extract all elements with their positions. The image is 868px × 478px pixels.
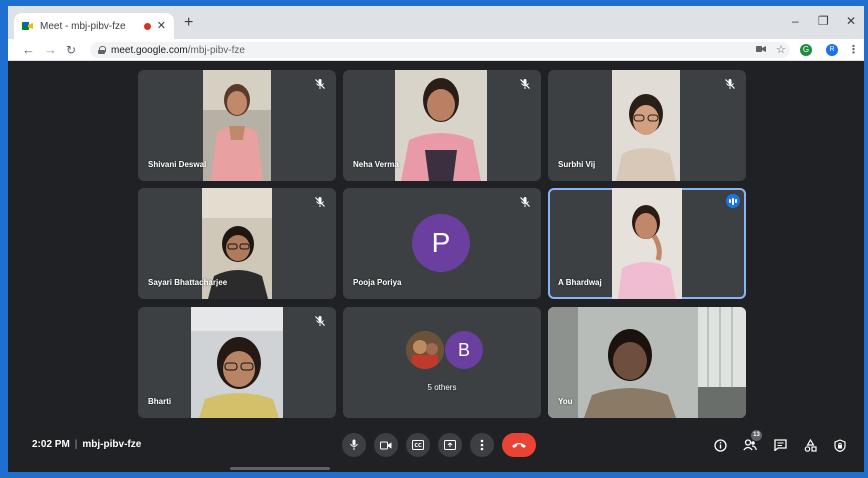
present-icon (444, 440, 456, 450)
others-photo-avatar (406, 331, 444, 369)
meeting-controls-bar: 2:02 PM | mbj-pibv-fze CC 13 (8, 426, 864, 472)
tab-title: Meet - mbj-pibv-fze (40, 20, 126, 32)
participant-video (191, 307, 283, 418)
participant-tile[interactable]: Shivani Deswal (138, 70, 336, 181)
participant-name: Pooja Poriya (353, 278, 402, 287)
self-video (548, 307, 746, 418)
tab-close-icon[interactable]: ✕ (157, 20, 166, 32)
recording-indicator-icon (143, 22, 151, 30)
bookmark-star-icon[interactable]: ☆ (776, 43, 786, 57)
camera-in-use-icon[interactable] (756, 43, 766, 57)
participant-avatar: P (412, 214, 470, 272)
mic-icon (350, 439, 358, 450)
url-path: /mbj-pibv-fze (187, 44, 245, 56)
url-host: meet.google.com (111, 44, 188, 56)
participant-video (395, 70, 487, 181)
self-view-tile[interactable]: You (548, 307, 746, 418)
horizontal-scrollbar[interactable] (230, 467, 330, 470)
back-arrow-icon[interactable]: ← (22, 42, 35, 58)
others-count-label: 5 others (427, 383, 457, 392)
host-controls-icon (834, 438, 846, 452)
present-button[interactable] (438, 433, 462, 457)
new-tab-button[interactable]: + (184, 15, 193, 31)
participant-name: Bharti (148, 397, 172, 406)
svg-text:CC: CC (414, 443, 422, 449)
muted-mic-icon (315, 316, 325, 326)
activities-button[interactable] (800, 435, 820, 455)
participant-tile-active-speaker[interactable]: A Bhardwaj (548, 188, 746, 299)
muted-mic-icon (520, 197, 530, 207)
browser-window: Meet - mbj-pibv-fze ✕ + – ❐ ✕ ← → ↻ meet… (8, 6, 864, 472)
chat-icon (773, 439, 787, 451)
participant-name: Neha Verma (353, 160, 399, 169)
speaking-indicator-icon (726, 194, 740, 208)
participant-tile[interactable]: P Pooja Poriya (343, 188, 541, 299)
chat-button[interactable] (770, 435, 790, 455)
meeting-code: mbj-pibv-fze (82, 439, 142, 450)
muted-mic-icon (520, 79, 530, 89)
meeting-details-button[interactable] (710, 435, 730, 455)
extension-icon[interactable]: G (800, 44, 812, 56)
participant-video (612, 70, 680, 181)
forward-arrow-icon[interactable]: → (44, 42, 57, 58)
end-call-icon (512, 443, 526, 448)
meeting-info-separator: | (74, 439, 78, 450)
participant-name: Shivani Deswal (148, 160, 207, 169)
muted-mic-icon (725, 79, 735, 89)
participant-tile[interactable]: Sayari Bhattacharjee (138, 188, 336, 299)
meeting-time: 2:02 PM (32, 439, 70, 450)
others-tile[interactable]: B 5 others (343, 307, 541, 418)
window-close-button[interactable]: ✕ (846, 15, 856, 27)
participant-name: Sayari Bhattacharjee (148, 278, 228, 287)
address-bar: ← → ↻ meet.google.com/mbj-pibv-fze ☆ G R… (8, 39, 864, 61)
captions-icon: CC (412, 440, 424, 450)
participant-name: You (558, 397, 573, 406)
participant-tile[interactable]: Bharti (138, 307, 336, 418)
browser-tab[interactable]: Meet - mbj-pibv-fze ✕ (14, 13, 174, 39)
participant-tile[interactable]: Neha Verma (343, 70, 541, 181)
participant-count-badge: 13 (751, 430, 762, 441)
info-icon (713, 438, 727, 452)
url-field[interactable]: meet.google.com/mbj-pibv-fze (90, 42, 790, 58)
participant-name: Surbhi Vij (558, 160, 596, 169)
meet-favicon-icon (22, 21, 34, 31)
meeting-info: 2:02 PM | mbj-pibv-fze (32, 439, 141, 450)
muted-mic-icon (315, 79, 325, 89)
participant-name: A Bhardwaj (558, 278, 602, 287)
muted-mic-icon (315, 197, 325, 207)
tab-bar: Meet - mbj-pibv-fze ✕ + – ❐ ✕ (8, 6, 864, 39)
participant-video (612, 188, 682, 299)
more-options-button[interactable] (470, 433, 494, 457)
captions-button[interactable]: CC (406, 433, 430, 457)
mic-button[interactable] (342, 433, 366, 457)
people-button[interactable]: 13 (740, 430, 762, 455)
profile-avatar[interactable]: R (826, 44, 838, 56)
participant-tile[interactable]: Surbhi Vij (548, 70, 746, 181)
end-call-button[interactable] (502, 433, 536, 457)
activities-icon (804, 438, 817, 452)
host-controls-button[interactable] (830, 435, 850, 455)
reload-icon[interactable]: ↻ (66, 42, 76, 58)
lock-icon (98, 46, 106, 54)
restore-button[interactable]: ❐ (818, 15, 829, 27)
participant-video (203, 70, 271, 181)
more-options-icon (480, 439, 484, 451)
camera-icon (380, 441, 392, 449)
others-letter-avatar: B (445, 331, 483, 369)
browser-menu-icon[interactable]: ⋮ (848, 43, 859, 57)
minimize-button[interactable]: – (792, 15, 799, 27)
camera-button[interactable] (374, 433, 398, 457)
